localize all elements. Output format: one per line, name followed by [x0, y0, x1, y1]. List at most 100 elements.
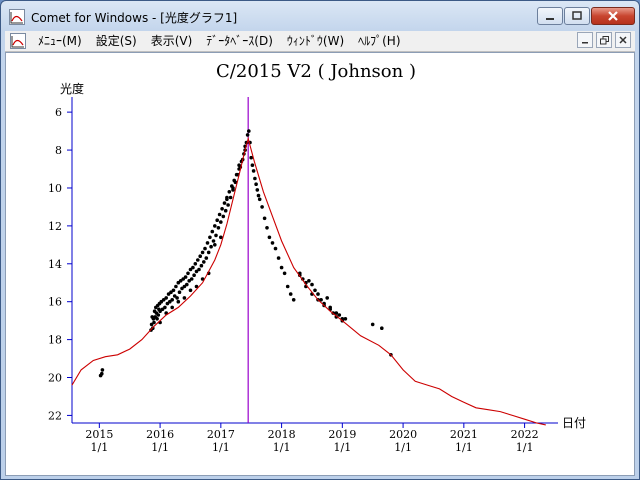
observation-point	[217, 212, 222, 217]
observation-point	[213, 224, 217, 228]
y-tick-label: 22	[48, 409, 62, 422]
mdi-close-button[interactable]	[615, 32, 631, 48]
observation-point	[100, 371, 104, 376]
x-tick-year-label: 2021	[450, 428, 478, 441]
menu-window[interactable]: ｳｨﾝﾄﾞｳ(W)	[280, 33, 351, 49]
observation-point	[155, 317, 159, 321]
observation-point	[216, 226, 221, 230]
document-chart-icon[interactable]	[10, 33, 26, 49]
observation-point	[380, 326, 384, 331]
observation-point	[191, 265, 195, 270]
observation-point	[228, 195, 233, 200]
observation-point	[170, 298, 174, 302]
menu-database[interactable]: ﾃﾞｰﾀﾍﾞｰｽ(D)	[199, 33, 280, 49]
observation-point	[152, 320, 156, 325]
close-icon	[619, 36, 627, 44]
chart-area: C/2015 V2 ( Johnson ) 光度 日付 6 8 10 12 14 16 18…	[5, 52, 635, 476]
observation-point	[337, 313, 342, 317]
observation-point	[247, 129, 251, 133]
observation-point	[222, 201, 227, 205]
observation-point	[182, 296, 187, 300]
y-tick-label: 12	[48, 220, 62, 233]
observation-point	[203, 246, 207, 251]
observation-point	[255, 188, 260, 192]
restore-icon	[599, 35, 609, 44]
observation-point	[262, 216, 267, 221]
window-title: Comet for Windows - [光度グラフ1]	[31, 11, 238, 25]
title-bar[interactable]: Comet for Windows - [光度グラフ1]	[1, 1, 639, 31]
observation-point	[197, 267, 201, 272]
x-tick-date-label: 1/1	[151, 441, 169, 454]
observation-point	[198, 254, 202, 258]
observation-point	[254, 182, 258, 186]
observation-point	[206, 250, 211, 255]
observation-point	[208, 235, 212, 240]
maximize-button[interactable]	[564, 7, 590, 25]
observation-point	[370, 322, 375, 327]
x-tick-year-label: 2018	[268, 428, 296, 441]
x-tick-year-label: 2015	[85, 428, 113, 441]
observation-point	[192, 273, 196, 277]
observation-point	[313, 288, 317, 293]
observation-point	[225, 197, 229, 202]
observation-point	[257, 197, 262, 202]
close-button[interactable]	[591, 7, 635, 25]
observation-point	[316, 292, 320, 296]
y-tick-label: 6	[55, 106, 62, 119]
observation-point	[273, 246, 278, 251]
light-curve-chart: C/2015 V2 ( Johnson ) 光度 日付 6 8 10 12 14 16 18…	[48, 61, 586, 454]
menu-settings[interactable]: 設定(S)	[89, 33, 144, 49]
mdi-minimize-button[interactable]	[577, 32, 593, 48]
observation-point	[183, 275, 188, 279]
y-tick-label: 10	[48, 182, 62, 195]
x-tick-year-label: 2017	[207, 428, 235, 441]
chart-icon	[9, 9, 25, 25]
y-tick-label: 20	[48, 372, 62, 385]
y-tick-label: 14	[48, 258, 62, 271]
observation-point	[223, 208, 228, 213]
observation-point	[231, 186, 235, 190]
observation-point	[251, 169, 256, 173]
menu-menu[interactable]: ﾒﾆｭｰ(M)	[31, 33, 89, 49]
mdi-restore-button[interactable]	[596, 32, 612, 48]
observation-point	[282, 271, 287, 276]
observation-point	[267, 235, 272, 240]
observation-point	[210, 229, 215, 234]
observation-point	[214, 233, 218, 238]
x-tick-date-label: 1/1	[516, 441, 534, 454]
close-icon	[608, 11, 618, 21]
x-tick-year-label: 2019	[328, 428, 356, 441]
observation-point	[226, 203, 230, 207]
x-tick-date-label: 1/1	[212, 441, 230, 454]
observation-point	[171, 288, 176, 293]
mdi-buttons	[574, 32, 631, 48]
observation-point	[260, 205, 264, 209]
observation-point	[253, 176, 257, 181]
minimize-icon	[546, 18, 554, 20]
x-tick-date-label: 1/1	[394, 441, 412, 454]
observation-point	[196, 258, 200, 262]
observation-point	[211, 239, 216, 243]
observation-point	[174, 284, 178, 289]
observation-point	[215, 218, 219, 222]
maximize-icon	[572, 11, 582, 20]
menu-view[interactable]: 表示(V)	[144, 33, 200, 49]
observation-point	[193, 262, 198, 266]
observation-point	[276, 256, 281, 260]
main-window: Comet for Windows - [光度グラフ1] ﾒﾆｭｰ(M) 設定(…	[0, 0, 640, 480]
observation-point	[325, 296, 330, 300]
menu-items: ﾒﾆｭｰ(M) 設定(S) 表示(V) ﾃﾞｰﾀﾍﾞｰｽ(D) ｳｨﾝﾄﾞｳ(W…	[31, 33, 408, 49]
observation-point	[164, 296, 168, 300]
observation-point	[279, 265, 284, 270]
x-tick-date-label: 1/1	[455, 441, 473, 454]
x-tick-date-label: 1/1	[333, 441, 351, 454]
x-tick-date-label: 1/1	[90, 441, 108, 454]
caption-buttons	[536, 7, 635, 27]
observation-point	[221, 214, 226, 219]
observation-point	[227, 190, 232, 194]
minimize-button[interactable]	[537, 7, 563, 25]
menu-help[interactable]: ﾍﾙﾌﾟ(H)	[351, 33, 407, 49]
observation-point	[256, 193, 261, 198]
observation-point	[176, 299, 181, 304]
observation-point	[156, 313, 161, 317]
